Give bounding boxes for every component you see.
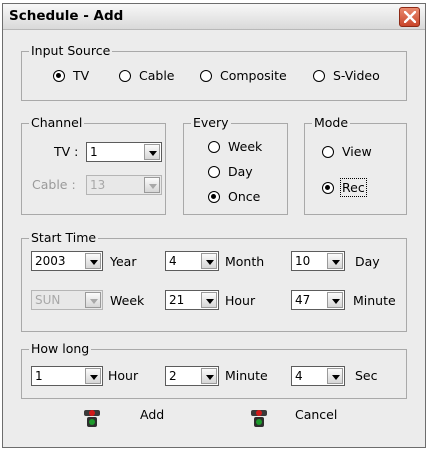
duration-hour-value: 1: [35, 369, 43, 383]
radio-composite[interactable]: Composite: [200, 68, 287, 83]
radio-composite-label: Composite: [220, 68, 287, 83]
add-button-label: Add: [140, 407, 165, 422]
cable-channel-select: 13: [86, 175, 162, 195]
radio-cable[interactable]: Cable: [119, 68, 175, 83]
tv-channel-select[interactable]: 1: [86, 142, 162, 162]
cable-channel-label: Cable :: [32, 177, 76, 192]
start-minute-select[interactable]: 47: [291, 290, 345, 310]
add-button[interactable]: Add: [83, 407, 165, 427]
mode-legend: Mode: [312, 115, 351, 131]
radio-cable-dot: [119, 69, 131, 82]
every-group: Every Week Day Once: [183, 115, 288, 215]
start-year-select[interactable]: 2003: [31, 251, 103, 271]
radio-tv[interactable]: TV: [53, 68, 89, 83]
traffic-light-icon: [84, 410, 100, 427]
window-title: Schedule - Add: [9, 8, 124, 24]
start-hour-label: Hour: [225, 293, 256, 308]
chevron-down-icon: [85, 292, 101, 308]
radio-day-dot: [208, 165, 220, 178]
start-week-label: Week: [110, 293, 145, 308]
start-month-label: Month: [225, 254, 265, 269]
how-long-legend: How long: [29, 341, 92, 357]
title-bar: Schedule - Add: [3, 4, 425, 30]
tv-channel-label: TV :: [54, 144, 79, 159]
radio-svideo-dot: [313, 69, 325, 82]
chevron-down-icon: [85, 253, 101, 269]
chevron-down-icon: [144, 144, 160, 160]
radio-week[interactable]: Week: [208, 139, 262, 154]
radio-view-label: View: [342, 144, 372, 159]
radio-rec[interactable]: Rec: [322, 178, 367, 197]
chevron-down-icon: [144, 177, 160, 193]
start-month-value: 4: [169, 254, 177, 268]
radio-cable-label: Cable: [139, 68, 175, 83]
radio-week-dot: [208, 140, 220, 153]
radio-week-label: Week: [228, 139, 263, 154]
input-source-group: Input Source TV Cable Composite S-Video: [21, 43, 407, 101]
duration-hour-label: Hour: [108, 368, 139, 383]
chevron-down-icon: [327, 368, 343, 384]
duration-sec-select[interactable]: 4: [291, 366, 345, 386]
start-minute-value: 47: [295, 293, 311, 307]
cable-channel-value: 13: [90, 178, 106, 192]
chevron-down-icon: [327, 292, 343, 308]
start-week-value: SUN: [35, 293, 61, 307]
radio-svideo-label: S-Video: [333, 68, 380, 83]
duration-sec-label: Sec: [355, 368, 378, 383]
cancel-button[interactable]: Cancel: [250, 407, 338, 427]
radio-tv-dot: [53, 69, 65, 82]
radio-day-label: Day: [228, 164, 253, 179]
radio-rec-label: Rec: [340, 178, 367, 197]
start-minute-label: Minute: [353, 293, 396, 308]
start-hour-value: 21: [169, 293, 185, 307]
every-legend: Every: [191, 115, 231, 131]
schedule-add-window: Schedule - Add Input Source TV Cable Com…: [2, 3, 426, 448]
radio-once[interactable]: Once: [208, 189, 260, 204]
chevron-down-icon: [85, 368, 101, 384]
start-time-legend: Start Time: [29, 230, 99, 246]
start-time-group: Start Time 2003 Year 4 Month 10 Day SUN …: [21, 230, 407, 332]
start-day-select[interactable]: 10: [291, 251, 345, 271]
radio-once-label: Once: [228, 189, 261, 204]
radio-view[interactable]: View: [322, 144, 372, 159]
close-icon: [404, 11, 416, 23]
duration-hour-select[interactable]: 1: [31, 366, 103, 386]
traffic-light-icon: [251, 410, 267, 427]
close-button[interactable]: [399, 7, 420, 27]
chevron-down-icon: [201, 368, 217, 384]
duration-minute-value: 2: [169, 369, 177, 383]
input-source-legend: Input Source: [29, 43, 113, 59]
start-month-select[interactable]: 4: [165, 251, 219, 271]
start-year-label: Year: [110, 254, 137, 269]
chevron-down-icon: [201, 292, 217, 308]
radio-svideo[interactable]: S-Video: [313, 68, 380, 83]
how-long-group: How long 1 Hour 2 Minute 4 Sec: [21, 341, 407, 399]
cancel-button-label: Cancel: [295, 407, 338, 422]
mode-group: Mode View Rec: [304, 115, 407, 215]
channel-group: Channel TV : 1 Cable : 13: [21, 115, 166, 215]
start-week-select: SUN: [31, 290, 103, 310]
duration-minute-label: Minute: [225, 368, 268, 383]
start-day-label: Day: [355, 254, 380, 269]
radio-tv-label: TV: [73, 68, 90, 83]
channel-legend: Channel: [29, 115, 85, 131]
radio-composite-dot: [200, 69, 212, 82]
tv-channel-value: 1: [90, 145, 98, 159]
start-hour-select[interactable]: 21: [165, 290, 219, 310]
start-day-value: 10: [295, 254, 311, 268]
radio-once-dot: [208, 190, 220, 203]
chevron-down-icon: [201, 253, 217, 269]
radio-day[interactable]: Day: [208, 164, 253, 179]
duration-minute-select[interactable]: 2: [165, 366, 219, 386]
duration-sec-value: 4: [295, 369, 303, 383]
chevron-down-icon: [327, 253, 343, 269]
start-year-value: 2003: [35, 254, 66, 268]
radio-view-dot: [322, 145, 334, 158]
radio-rec-dot: [322, 181, 334, 194]
